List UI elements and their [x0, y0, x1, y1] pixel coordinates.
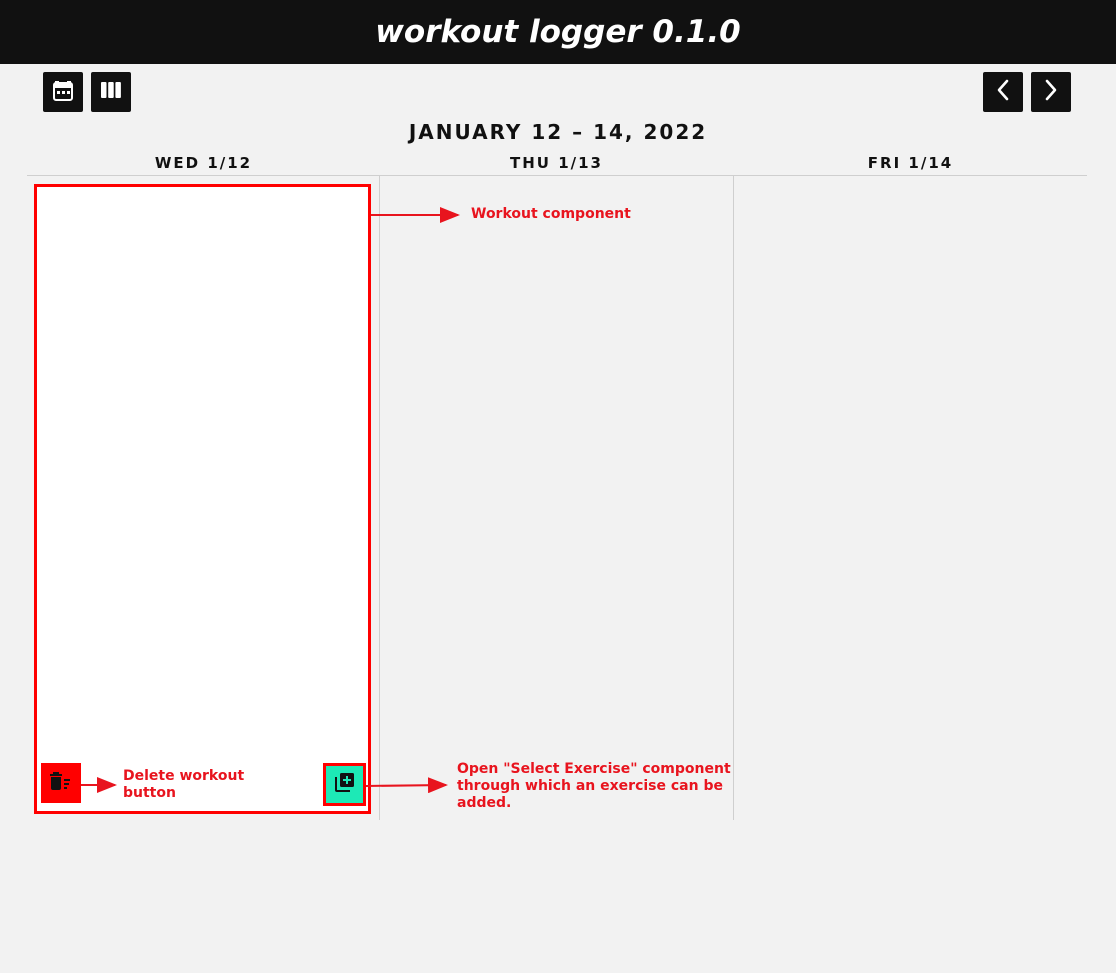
- annotation-line: button: [123, 785, 176, 801]
- annotation-line: Open "Select Exercise" component: [457, 761, 731, 777]
- annotation-select-exercise: Open "Select Exercise" component through…: [457, 761, 731, 812]
- annotation-workout-component: Workout component: [471, 206, 631, 222]
- annotation-line: added.: [457, 795, 512, 811]
- annotation-line: Delete workout: [123, 768, 245, 784]
- annotation-delete-button: Delete workout button: [123, 768, 244, 802]
- annotation-arrows: [81, 207, 460, 794]
- annotation-line: through which an exercise can be: [457, 778, 723, 794]
